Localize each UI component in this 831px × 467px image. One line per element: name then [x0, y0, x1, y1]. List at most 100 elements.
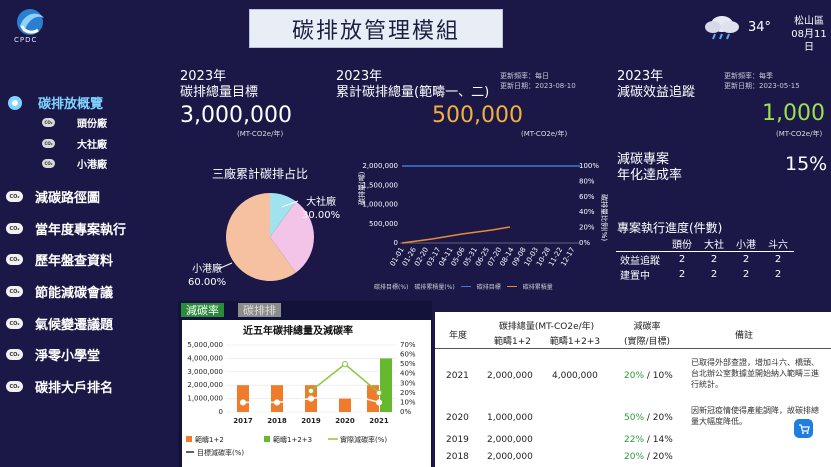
progress-cell: 2 [710, 254, 718, 265]
bar-chart-title: 近五年碳排總量及減碳率 [243, 326, 353, 337]
sidebar-subitem-label: 小港廠 [77, 160, 107, 171]
target-rate-point [239, 399, 247, 406]
bar-scope12 [367, 385, 379, 412]
sidebar-item-overview[interactable]: 碳排放概覽 [8, 93, 103, 112]
progress-header-row: 頭份 大社 小港 斗六 [616, 236, 794, 252]
sidebar-item-label: 節能減碳會議 [35, 286, 114, 301]
progress-cell: 2 [710, 269, 718, 280]
legend-item: 碳排累積量 [522, 284, 553, 291]
rate-actual: 20% [624, 452, 645, 462]
line-chart-x-axis: 01-0101-2602-2003-1704-1105-0605-3106-25… [389, 246, 577, 268]
sidebar-item-inventory[interactable]: CO₂ 歷年盤查資料 [6, 250, 113, 269]
bar-scope12 [339, 398, 351, 412]
sidebar-item-label: 碳排大戶排名 [35, 381, 114, 396]
progress-cell: 2 [774, 254, 782, 265]
sidebar-item-label: 減碳路徑圖 [35, 191, 101, 206]
progress-cell: 2 [678, 254, 686, 265]
sidebar-item-label: 淨零小學堂 [35, 349, 101, 364]
sidebar-item-projects[interactable]: CO₂ 當年度專案執行 [6, 219, 126, 238]
location-date: 松山區 08月11日 [787, 15, 831, 54]
y-tick-label: 20% [400, 389, 416, 397]
tab-emission-rank[interactable]: 碳排排 [238, 303, 281, 317]
actual-rate-point [341, 361, 349, 368]
cumulative-line-chart: 2,000,000 1,500,000 1,000,000 500,000 0 100%… [357, 162, 609, 268]
cumulative-line [401, 226, 511, 244]
co2-cloud-icon: CO₂ [6, 254, 23, 265]
cell-scope123: 4,000,000 [552, 371, 598, 381]
co2-cloud-icon: CO₂ [6, 381, 23, 392]
y-left-title: 碳排量(噸) [357, 171, 366, 205]
target-rate-point [341, 389, 349, 396]
bar-chart-y-right: 70% 60%50% 40%30% 20%10% 0% [400, 341, 416, 416]
progress-header-cell [616, 236, 666, 252]
update-frequency: 更新頻率：每季 [724, 72, 773, 80]
sidebar-subitem-label: 大社廠 [77, 140, 107, 151]
reduction-value: 1,000 [762, 101, 825, 126]
y-tick-label: 0 [394, 239, 398, 247]
sidebar-subitem-toufen[interactable]: CO₂ 頭份廠 [42, 115, 107, 130]
rate-target: / 20% [646, 452, 673, 462]
rate-label-2: 年化達成率 [617, 168, 683, 183]
progress-row-label: 效益追蹤 [620, 256, 660, 267]
legend-item: 碳排目標(%) [374, 284, 409, 291]
y-tick-label: 5,000,000 [187, 341, 223, 349]
logo-text: CPDC [14, 36, 38, 44]
history-bar-chart: 5,000,000 4,000,000 3,000,000 2,000,000 1,00… [186, 341, 416, 457]
col-year-header: 年度 [449, 331, 468, 341]
target-rate-point [307, 395, 315, 402]
active-indicator-icon [8, 95, 22, 110]
x-tick-label: 2021 [369, 417, 389, 425]
co2-cloud-icon: CO₂ [42, 139, 55, 148]
cell-year: 2020 [446, 413, 469, 423]
y-tick-label: 70% [400, 341, 416, 349]
sidebar-item-roadmap[interactable]: CO₂ 減碳路徑圖 [6, 187, 100, 206]
reduction-unit: (MT-CO2e/年) [776, 130, 823, 138]
line-chart-y-left: 2,000,000 1,500,000 1,000,000 500,000 0 [362, 162, 398, 247]
bar-chart-x-axis: 2017 2018 2019 2020 2021 [233, 417, 389, 425]
col-rate-sub-header: (實際/目標) [623, 337, 671, 347]
legend-swatch-blue [460, 286, 471, 287]
sidebar-item-label: 當年度專案執行 [35, 223, 127, 238]
cpdc-logo [17, 9, 44, 35]
cart-button[interactable] [794, 419, 813, 438]
progress-title: 專案執行進度(件數) [617, 221, 723, 235]
cumulative-unit: (MT-CO2e/年) [521, 130, 568, 138]
location: 松山區 [794, 16, 824, 27]
pie-label-value: 60.00% [188, 277, 227, 288]
progress-table: 頭份 大社 小港 斗六 效益追蹤 2 2 2 2 建置中 2 2 2 2 [616, 236, 794, 282]
y-tick-label: 40% [579, 208, 595, 216]
co2-cloud-icon: CO₂ [6, 349, 23, 360]
progress-cell: 2 [742, 254, 750, 265]
progress-cell: 2 [742, 269, 750, 280]
sidebar-subitem-dashe[interactable]: CO₂ 大社廠 [42, 136, 107, 151]
reduction-label: 減碳效益追蹤 [617, 85, 696, 100]
y-tick-label: 1,000,000 [187, 395, 223, 403]
sidebar-item-ranking[interactable]: CO₂ 碳排大戶排名 [6, 377, 113, 396]
cart-icon [798, 423, 810, 434]
history-table: 年度 碳排總量(MT-CO2e/年) 範疇1+2 範疇1+2+3 減碳率 (實際… [435, 312, 831, 467]
tab-reduction-rate[interactable]: 減碳率 [181, 303, 224, 317]
cell-year: 2018 [446, 452, 469, 462]
legend-label: 實際減碳率(%) [340, 435, 387, 444]
legend-label: 目標減碳率(%) [197, 448, 244, 457]
pie-label-name: 小港廠 [192, 264, 223, 275]
sidebar-subitem-label: 頭份廠 [77, 119, 107, 130]
actual-rate-point [307, 387, 315, 395]
actual-rate-point [375, 389, 383, 396]
progress-header-cell: 小港 [730, 236, 762, 252]
sidebar-item-meetings[interactable]: CO₂ 節能減碳會議 [6, 282, 113, 301]
sidebar-item-label: 碳排放概覽 [38, 97, 104, 112]
legend-swatch [186, 436, 192, 442]
rate-actual: 20% [624, 371, 645, 381]
cell-year: 2019 [446, 435, 469, 445]
rate-target: / 10% [646, 371, 673, 381]
y-tick-label: 50% [400, 360, 416, 368]
sidebar-item-netzero[interactable]: CO₂ 淨零小學堂 [6, 345, 100, 364]
y-tick-label: 10% [400, 398, 416, 406]
update-date: 更新日期：2023-05-15 [724, 82, 800, 90]
sidebar-item-climate[interactable]: CO₂ 氣候變遷議題 [6, 314, 113, 333]
x-tick-label: 2019 [301, 417, 321, 425]
sidebar-subitem-xiaogang[interactable]: CO₂ 小港廠 [42, 156, 107, 171]
rain-cloud-icon [705, 16, 739, 40]
co2-cloud-icon: CO₂ [6, 191, 23, 202]
